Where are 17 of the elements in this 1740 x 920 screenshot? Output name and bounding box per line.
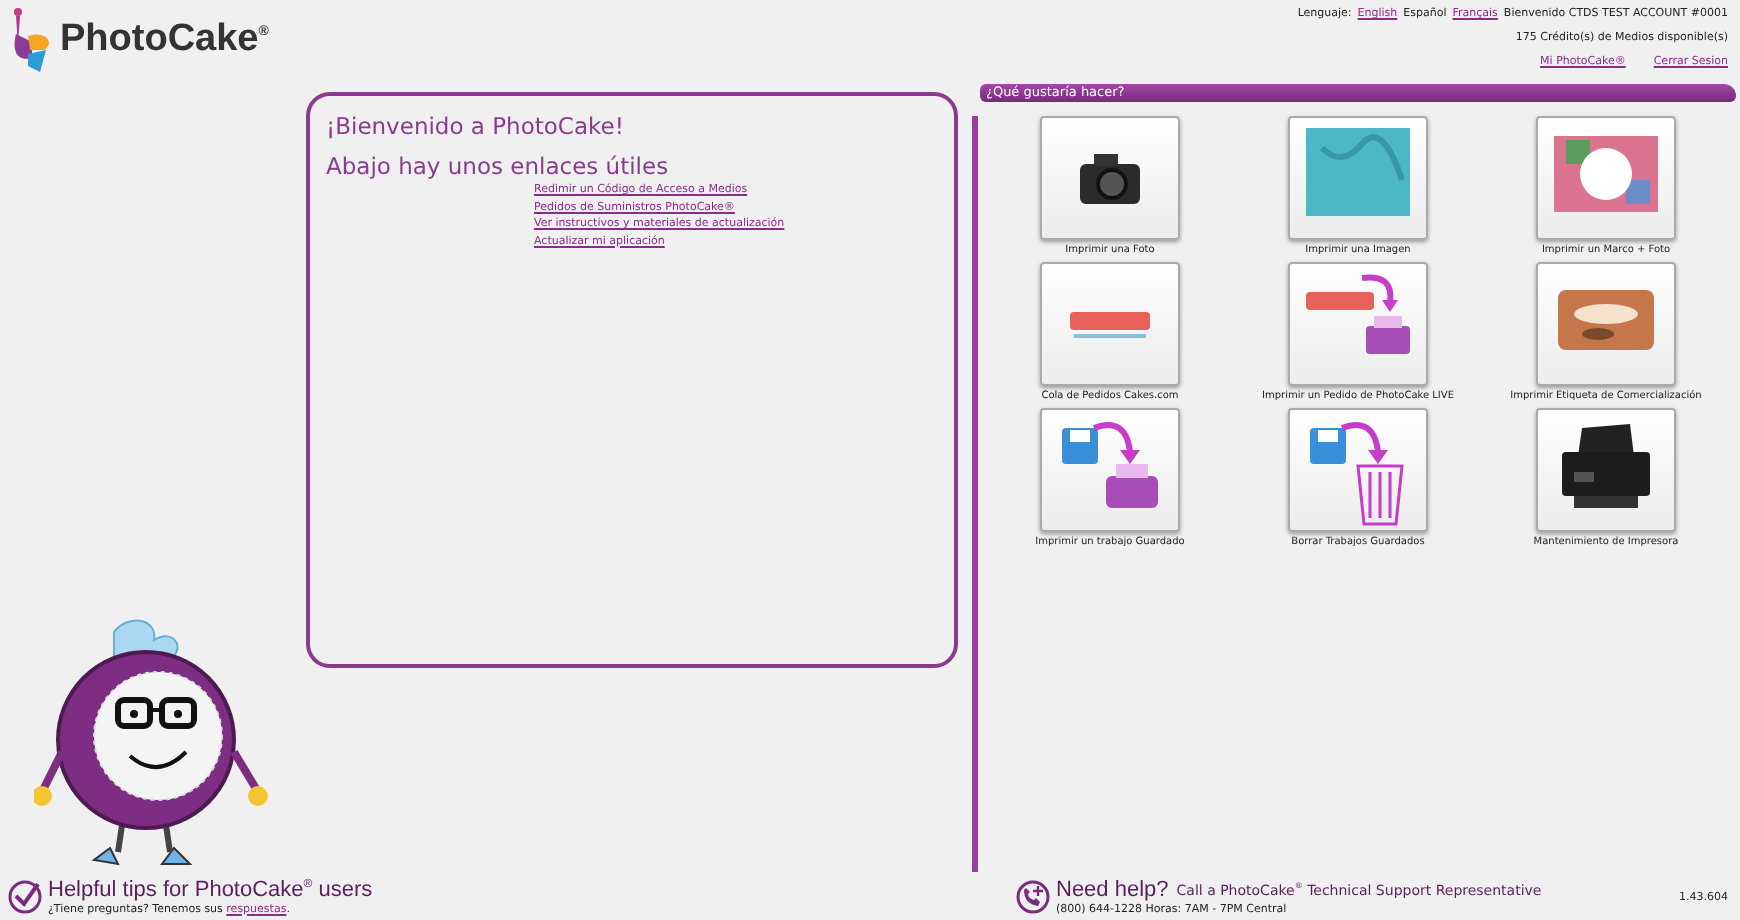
task-tile[interactable] [1536,408,1676,532]
task-tile[interactable] [1288,262,1428,386]
logo-thumbnail [1070,310,1150,338]
task-tile[interactable] [1288,408,1428,532]
welcome-title: ¡Bienvenido a PhotoCake! [326,112,626,140]
check-circle-icon [8,879,42,913]
task-tile[interactable] [1040,262,1180,386]
task-tile[interactable] [1536,262,1676,386]
tips-title: Helpful tips for PhotoCake$^{®}$ users [48,877,373,901]
task-tile[interactable] [1040,408,1180,532]
help-title: Need help? [1056,877,1169,901]
logo-text: PhotoCake$^{®}$ [60,18,269,62]
task-tile[interactable] [1040,116,1180,240]
task-tile[interactable] [1288,116,1428,240]
phone-plus-icon [1016,879,1050,913]
welcome-subtitle: Abajo hay unos enlaces útiles [326,152,671,180]
task-tile[interactable] [1536,116,1676,240]
